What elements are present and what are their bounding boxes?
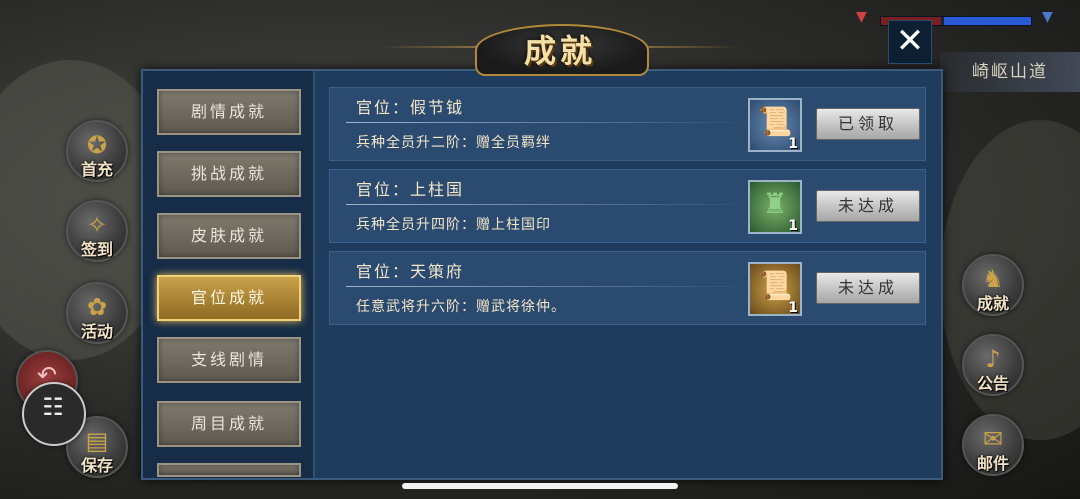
achievement-description: 兵种全员升四阶：赠上柱国印	[356, 217, 551, 233]
side-button-label: 首充	[80, 160, 113, 179]
side-button-announcement[interactable]: ♪ 公告	[962, 334, 1024, 396]
side-button-label: 签到	[80, 240, 113, 259]
red-emblem-icon: ▼	[856, 9, 867, 25]
reward-count: 1	[788, 136, 798, 152]
side-button-label: 成就	[976, 294, 1009, 313]
side-button-label: 保存	[80, 456, 113, 475]
rank-title: 官位：天策府	[356, 262, 465, 281]
tab-side-story[interactable]: 支线剧情	[157, 337, 301, 383]
menu-toggle-button[interactable]: ☷	[22, 382, 86, 446]
side-button-label: 活动	[80, 322, 113, 341]
location-label: 崎岖山道	[940, 52, 1080, 92]
blue-emblem-icon: ▼	[1042, 9, 1053, 25]
tab-skin-achievement[interactable]: 皮肤成就	[157, 213, 301, 259]
panel-header: 成就	[380, 24, 740, 76]
row-divider	[346, 122, 756, 123]
blue-scroll-icon: 📜	[757, 105, 793, 138]
side-button-label: 公告	[976, 374, 1009, 393]
achievement-list: 官位：假节钺 兵种全员升二阶：赠全员羁绊 📜 1 已领取 官位：上柱国 兵种全员…	[315, 71, 941, 478]
not-reached-button[interactable]: 未达成	[816, 272, 920, 304]
achievement-description: 任意武将升六阶：赠武将徐仲。	[356, 299, 566, 315]
close-button[interactable]: ✕	[888, 20, 932, 64]
achievement-panel: 剧情成就 挑战成就 皮肤成就 官位成就 支线剧情 周目成就 官位：假节钺 兵种全…	[141, 69, 943, 480]
list-item: 官位：上柱国 兵种全员升四阶：赠上柱国印 ♜ 1 未达成	[329, 169, 926, 243]
tab-more[interactable]	[157, 463, 301, 477]
tab-challenge-achievement[interactable]: 挑战成就	[157, 151, 301, 197]
tab-story-achievement[interactable]: 剧情成就	[157, 89, 301, 135]
category-menu: 剧情成就 挑战成就 皮肤成就 官位成就 支线剧情 周目成就	[143, 71, 315, 478]
side-button-first-charge[interactable]: ✪ 首充	[66, 120, 128, 182]
top-status-bar: ▼ ▼	[850, 8, 1080, 32]
tab-rank-achievement[interactable]: 官位成就	[157, 275, 301, 321]
jade-seal-icon: ♜	[762, 187, 788, 220]
reward-slot[interactable]: ♜ 1	[748, 180, 802, 234]
side-button-achievements[interactable]: ♞ 成就	[962, 254, 1024, 316]
row-divider	[346, 286, 756, 287]
not-reached-button[interactable]: 未达成	[816, 190, 920, 222]
reward-count: 1	[788, 300, 798, 316]
achievement-description: 兵种全员升二阶：赠全员羁绊	[356, 135, 551, 151]
reward-count: 1	[788, 218, 798, 234]
rank-title: 官位：假节钺	[356, 98, 465, 117]
tab-cycle-achievement[interactable]: 周目成就	[157, 401, 301, 447]
gold-scroll-icon: 📜	[757, 269, 793, 302]
close-icon: ✕	[895, 21, 925, 61]
side-button-label: 邮件	[976, 454, 1009, 473]
grid-menu-icon: ☷	[42, 393, 64, 421]
row-divider	[346, 204, 756, 205]
page-title: 成就	[523, 32, 596, 70]
power-bar-blue	[944, 17, 1031, 25]
list-item: 官位：天策府 任意武将升六阶：赠武将徐仲。 📜 1 未达成	[329, 251, 926, 325]
side-button-mail[interactable]: ✉ 邮件	[962, 414, 1024, 476]
side-button-events[interactable]: ✿ 活动	[66, 282, 128, 344]
rank-title: 官位：上柱国	[356, 180, 465, 199]
reward-slot[interactable]: 📜 1	[748, 262, 802, 316]
side-button-checkin[interactable]: ✧ 签到	[66, 200, 128, 262]
reward-slot[interactable]: 📜 1	[748, 98, 802, 152]
home-indicator[interactable]	[402, 483, 678, 489]
claimed-button[interactable]: 已领取	[816, 108, 920, 140]
list-item: 官位：假节钺 兵种全员升二阶：赠全员羁绊 📜 1 已领取	[329, 87, 926, 161]
